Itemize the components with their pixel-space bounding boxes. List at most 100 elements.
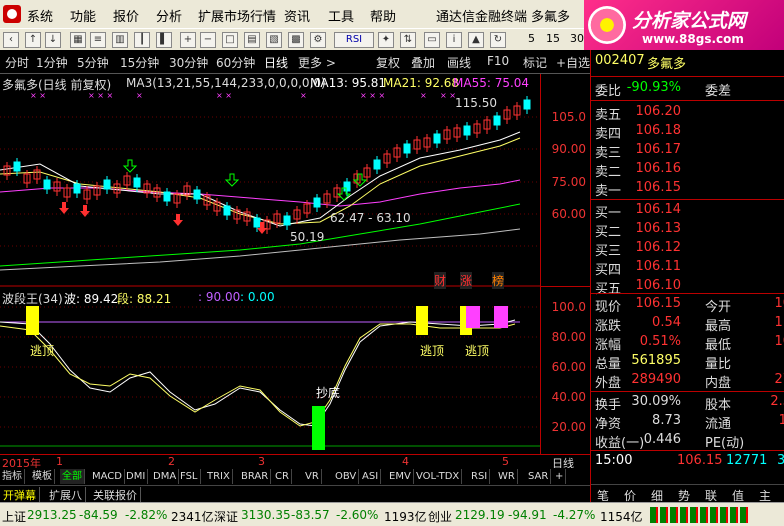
tick-time: 15:00 <box>595 453 633 468</box>
indicator-tab[interactable]: TRIX <box>205 469 233 484</box>
indicator-tab[interactable]: ASI <box>360 469 382 484</box>
candle-body <box>43 179 51 190</box>
indicator-tab[interactable]: 全部 <box>60 469 85 484</box>
refresh-icon[interactable]: ↻ <box>490 32 506 48</box>
tab-15min[interactable]: 15分钟 <box>120 54 159 71</box>
zoom-out-icon[interactable]: − <box>200 32 216 48</box>
tab-5min[interactable]: 5分钟 <box>77 54 109 71</box>
zoom-in-icon[interactable]: + <box>180 32 196 48</box>
tab-ext8[interactable]: 扩展八 <box>46 487 86 503</box>
order-book-row[interactable]: 卖四 106.18 <box>591 123 784 142</box>
order-book-row[interactable]: 买一 106.14 <box>591 202 784 221</box>
tab-timeshare[interactable]: 分时 <box>5 54 29 71</box>
tab-1min[interactable]: 1分钟 <box>36 54 68 71</box>
order-book-row[interactable]: 卖三 106.17 <box>591 142 784 161</box>
indicator-tab[interactable]: CR <box>273 469 292 484</box>
menu-extended-market[interactable]: 扩展市场行情 <box>198 6 276 25</box>
tab-60min[interactable]: 60分钟 <box>216 54 255 71</box>
layout-icon[interactable]: ▤ <box>244 32 260 48</box>
list-icon[interactable]: ≡ <box>90 32 106 48</box>
period-15[interactable]: 15 <box>546 32 560 45</box>
stat-row: 净资 8.73 流通 1. <box>591 413 784 432</box>
tab-more[interactable]: 更多 > <box>298 54 336 71</box>
indicator-tab[interactable]: DMI <box>124 469 149 484</box>
cy-amount: 1154亿 <box>600 510 643 524</box>
stat-value: 561895 <box>631 353 681 368</box>
order-book-row[interactable]: 卖二 106.16 <box>591 161 784 180</box>
escape-bar <box>416 306 428 335</box>
tool-draw[interactable]: 画线 <box>447 54 471 71</box>
brand-url: www.88gs.com <box>642 32 744 46</box>
badge-finance[interactable]: 财 <box>434 272 447 289</box>
back-icon[interactable]: ‹ <box>3 32 19 48</box>
tool-mark[interactable]: 标记 <box>523 54 547 71</box>
stat-value: 0.51% <box>639 334 681 349</box>
star-icon[interactable]: ✦ <box>378 32 394 48</box>
sort-icon[interactable]: ⇅ <box>400 32 416 48</box>
indicator-tab[interactable]: WR <box>496 469 518 484</box>
badge-limit-up[interactable]: 涨 <box>460 272 473 289</box>
tab-related-quote[interactable]: 关联报价 <box>90 487 141 503</box>
indicator-tab[interactable]: SAR <box>526 469 552 484</box>
down-arrow-icon[interactable]: ↓ <box>45 32 61 48</box>
period-30[interactable]: 30 <box>570 32 584 45</box>
order-book-row[interactable]: 卖五 106.20 <box>591 104 784 123</box>
menu-tools[interactable]: 工具 <box>328 6 354 25</box>
tool-overlay[interactable]: 叠加 <box>411 54 435 71</box>
indicator-tab[interactable]: VOL-TDX <box>414 469 463 484</box>
chart-icon[interactable]: ▥ <box>112 32 128 48</box>
bar-icon[interactable]: ▌ <box>156 32 172 48</box>
tool-fuquan[interactable]: 复权 <box>376 54 400 71</box>
indicator-tab[interactable]: DMA <box>151 469 180 484</box>
badge-rank[interactable]: 榜 <box>492 272 505 289</box>
tile-icon[interactable]: ▧ <box>266 32 282 48</box>
candle-icon[interactable]: ┃ <box>134 32 150 48</box>
rsi-button[interactable]: RSI <box>334 32 374 48</box>
stat-label-2: 最高 <box>705 319 732 334</box>
indicator-tab[interactable]: BRAR <box>239 469 272 484</box>
indicator-tab[interactable]: 模板 <box>30 469 55 484</box>
indicator-tab[interactable]: EMV <box>387 469 414 484</box>
indicator-tab[interactable]: OBV <box>333 469 360 484</box>
tool-f10[interactable]: F10 <box>487 54 509 68</box>
tool-add-favorite[interactable]: +自选 <box>556 54 590 71</box>
menu-help[interactable]: 帮助 <box>370 6 396 25</box>
stat-label: 现价 <box>595 300 622 315</box>
stat-label: 换手 <box>595 398 622 413</box>
period-5[interactable]: 5 <box>528 32 535 45</box>
menu-quote[interactable]: 报价 <box>113 6 139 25</box>
order-book-row[interactable]: 买四 106.11 <box>591 259 784 278</box>
order-book-row[interactable]: 买五 106.10 <box>591 278 784 297</box>
chart-type-icon[interactable]: ▲ <box>468 32 484 48</box>
indicator-tab[interactable]: VR <box>303 469 322 484</box>
order-book-row[interactable]: 买二 106.13 <box>591 221 784 240</box>
indicator-tab[interactable]: FSL <box>178 469 201 484</box>
level-label: 买四 <box>595 263 622 278</box>
kline-chart-area[interactable]: × × × × × × × × × × × × × × × 多氟多(日线 前复权) MA3… <box>0 74 540 454</box>
table-icon[interactable]: ▩ <box>288 32 304 48</box>
menu-info[interactable]: 资讯 <box>284 6 310 25</box>
ma21-line <box>0 137 521 225</box>
indicator-tab[interactable]: + <box>553 469 567 484</box>
order-book-row[interactable]: 买三 106.12 <box>591 240 784 259</box>
indicator-tab[interactable]: 指标 <box>0 469 25 484</box>
up-arrow-icon[interactable]: ↑ <box>25 32 41 48</box>
menu-function[interactable]: 功能 <box>70 6 96 25</box>
window-icon[interactable]: □ <box>222 32 238 48</box>
tab-30min[interactable]: 30分钟 <box>169 54 208 71</box>
stat-label: 外盘 <box>595 376 622 391</box>
grid-icon[interactable]: ▦ <box>70 32 86 48</box>
indicator-tab[interactable]: RSI <box>469 469 491 484</box>
tab-danmaku[interactable]: 开弹幕 <box>0 487 40 503</box>
stock-name: 多氟多 <box>647 57 687 72</box>
menu-system[interactable]: 系统 <box>27 6 53 25</box>
indicator-tab[interactable]: MACD <box>90 469 125 484</box>
order-book-row[interactable]: 卖一 106.15 <box>591 180 784 199</box>
settings-icon[interactable]: ⚙ <box>310 32 326 48</box>
y-tick: 75.00 <box>551 175 586 189</box>
app-logo-icon[interactable] <box>3 5 21 23</box>
info-icon[interactable]: i <box>446 32 462 48</box>
menu-analysis[interactable]: 分析 <box>156 6 182 25</box>
print-icon[interactable]: ▭ <box>424 32 440 48</box>
tab-daily[interactable]: 日线 <box>264 54 288 71</box>
